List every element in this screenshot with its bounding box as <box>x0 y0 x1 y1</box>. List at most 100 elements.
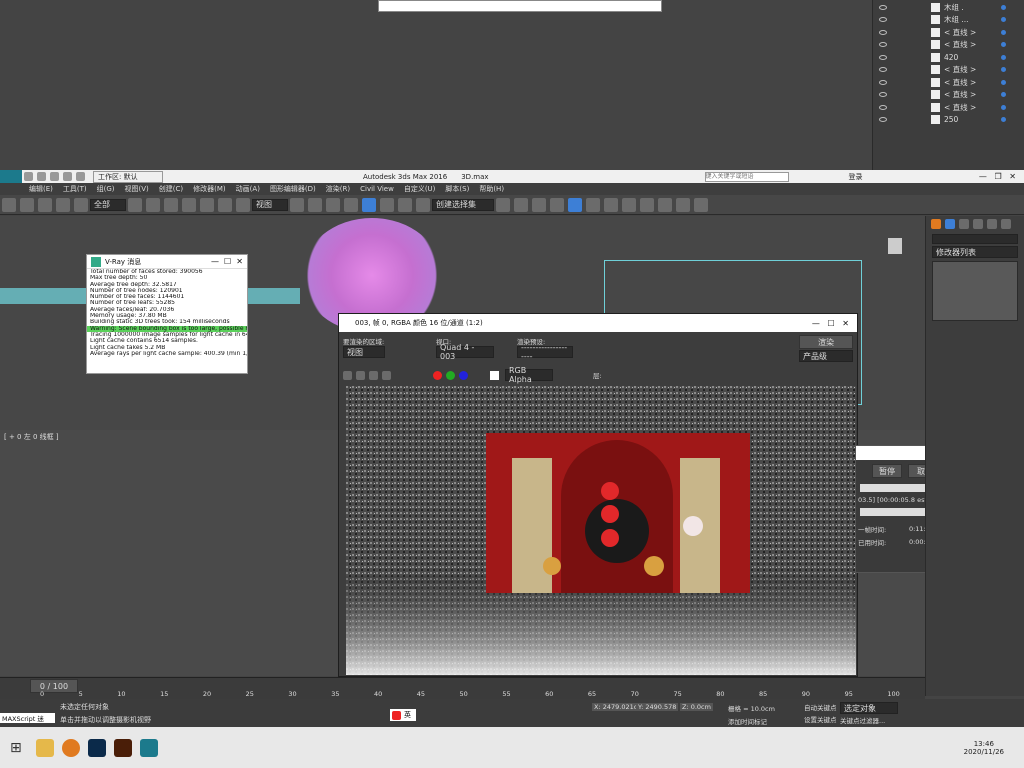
fb-render-button[interactable]: 渲染 <box>799 335 853 349</box>
scale-icon[interactable] <box>236 197 250 212</box>
selection-filter[interactable]: 全部 <box>90 198 126 211</box>
modify-tab-icon[interactable] <box>945 219 955 229</box>
layer-row[interactable]: < 直线 > <box>873 76 1024 89</box>
freeze-icon[interactable] <box>1001 29 1006 35</box>
workspace-select[interactable]: 工作区: 默认 <box>93 170 163 183</box>
menu-item[interactable]: 自定义(U) <box>404 184 436 194</box>
pause-button[interactable]: 暂停 <box>872 464 902 478</box>
open-file-icon[interactable] <box>37 172 46 181</box>
visibility-eye-icon[interactable] <box>879 29 887 35</box>
layer-row[interactable]: < 直线 > <box>873 101 1024 114</box>
start-icon[interactable]: ⊞ <box>10 740 22 756</box>
window-controls[interactable]: — ❐ ✕ <box>979 172 1016 181</box>
move-icon[interactable] <box>200 197 214 212</box>
max-logo-icon[interactable] <box>0 170 22 183</box>
motion-tab-icon[interactable] <box>973 219 983 229</box>
layer-row[interactable]: < 直线 > <box>873 39 1024 52</box>
auto-key-button[interactable]: 自动关键点 <box>804 702 837 712</box>
reference-coord-select[interactable]: 视图 <box>252 198 288 211</box>
red-channel-icon[interactable] <box>433 370 442 380</box>
menu-item[interactable]: 动画(A) <box>236 184 260 194</box>
pivot-icon[interactable] <box>290 197 304 212</box>
layer-row[interactable]: 420 <box>873 51 1024 64</box>
spinner-snap-icon[interactable] <box>398 197 412 212</box>
menu-item[interactable]: 脚本(S) <box>445 184 469 194</box>
login-link[interactable]: 登录 <box>849 172 863 182</box>
menu-item[interactable]: 渲染(R) <box>326 184 350 194</box>
selected-object-select[interactable]: 选定对象 <box>840 702 898 714</box>
fb-area-select[interactable]: 视图 <box>343 346 385 358</box>
fb-channel-select[interactable]: RGB Alpha <box>505 366 553 384</box>
layer-row[interactable]: 木组 ... <box>873 14 1024 27</box>
modifier-stack[interactable] <box>932 261 1018 321</box>
mirror-icon[interactable] <box>496 197 510 212</box>
hierarchy-tab-icon[interactable] <box>959 219 969 229</box>
key-filter-button[interactable]: 关键点过滤器... <box>840 715 885 725</box>
rendered-frame-icon[interactable] <box>658 197 672 212</box>
freeze-icon[interactable] <box>1001 67 1006 73</box>
redo-tool-icon[interactable] <box>20 197 34 212</box>
layer-row[interactable]: < 直线 > <box>873 89 1024 102</box>
menu-item[interactable]: 组(G) <box>97 184 115 194</box>
select-icon[interactable] <box>128 197 142 212</box>
3dsmax-taskbar-icon[interactable] <box>139 738 158 757</box>
named-selection-set[interactable]: 创建选择集 <box>432 198 494 211</box>
keyboard-shortcut-icon[interactable] <box>326 197 340 212</box>
undo-icon[interactable] <box>63 172 72 181</box>
visibility-eye-icon[interactable] <box>879 92 887 98</box>
object-name-field[interactable] <box>932 234 1018 244</box>
modifier-list-select[interactable]: 修改器列表 <box>932 246 1018 258</box>
create-tab-icon[interactable] <box>931 219 941 229</box>
freeze-icon[interactable] <box>1001 79 1006 85</box>
angle-snap-icon[interactable] <box>362 197 376 212</box>
visibility-eye-icon[interactable] <box>879 104 887 110</box>
freeze-icon[interactable] <box>1001 54 1006 60</box>
layer-row[interactable]: 250 <box>873 114 1024 127</box>
vray-window-controls[interactable]: — ☐ ✕ <box>211 257 243 266</box>
vray-message-window[interactable]: V-Ray 消息 — ☐ ✕ Total number of faces sto… <box>86 254 248 374</box>
timeline[interactable]: 0 / 100 0 5 10 15 20 25 30 35 40 45 50 55 60 65 70 75 80… <box>0 677 925 699</box>
y-coordinate[interactable]: Y: 2490.578 <box>636 703 679 711</box>
photoshop-icon[interactable] <box>87 738 106 757</box>
scene-explorer-icon[interactable] <box>568 197 582 212</box>
visibility-eye-icon[interactable] <box>879 4 887 10</box>
snap-icon[interactable] <box>344 197 358 212</box>
menu-item[interactable]: 工具(T) <box>63 184 87 194</box>
edit-named-sel-icon[interactable] <box>416 197 430 212</box>
z-coordinate[interactable]: Z: 0.0cm <box>680 703 713 711</box>
fb-quality-select[interactable]: 产品级 <box>799 350 853 362</box>
freeze-icon[interactable] <box>1001 4 1006 10</box>
curve-editor-icon[interactable] <box>586 197 600 212</box>
undo-tool-icon[interactable] <box>2 197 16 212</box>
freeze-icon[interactable] <box>1001 17 1006 23</box>
rect-select-icon[interactable] <box>164 197 178 212</box>
add-time-tag[interactable]: 添加时间标记 <box>728 716 767 726</box>
menu-item[interactable]: 视图(V) <box>125 184 149 194</box>
visibility-eye-icon[interactable] <box>879 67 887 73</box>
menu-item[interactable]: 编辑(E) <box>29 184 53 194</box>
new-file-icon[interactable] <box>24 172 33 181</box>
fb-clear-icon[interactable] <box>382 370 391 380</box>
window-crossing-icon[interactable] <box>182 197 196 212</box>
save-icon[interactable] <box>50 172 59 181</box>
clock-date[interactable]: 2020/11/26 <box>964 748 1004 756</box>
menu-item[interactable]: Civil View <box>360 185 394 193</box>
align-icon[interactable] <box>514 197 528 212</box>
fb-print-icon[interactable] <box>369 370 378 380</box>
unlink-icon[interactable] <box>56 197 70 212</box>
menu-item[interactable]: 帮助(H) <box>479 184 504 194</box>
render-iterative-icon[interactable] <box>694 197 708 212</box>
menu-item[interactable]: 创建(C) <box>159 184 183 194</box>
blue-channel-icon[interactable] <box>459 370 468 380</box>
render-production-icon[interactable] <box>676 197 690 212</box>
layer-row[interactable]: < 直线 > <box>873 64 1024 77</box>
render-setup-icon[interactable] <box>640 197 654 212</box>
explorer-icon[interactable] <box>35 738 54 757</box>
menu-item[interactable]: 图形编辑器(D) <box>270 184 316 194</box>
visibility-eye-icon[interactable] <box>879 79 887 85</box>
freeze-icon[interactable] <box>1001 104 1006 110</box>
search-input[interactable] <box>704 171 789 182</box>
select-by-name-icon[interactable] <box>146 197 160 212</box>
visibility-eye-icon[interactable] <box>879 54 887 60</box>
layer-explorer-icon[interactable] <box>532 197 546 212</box>
